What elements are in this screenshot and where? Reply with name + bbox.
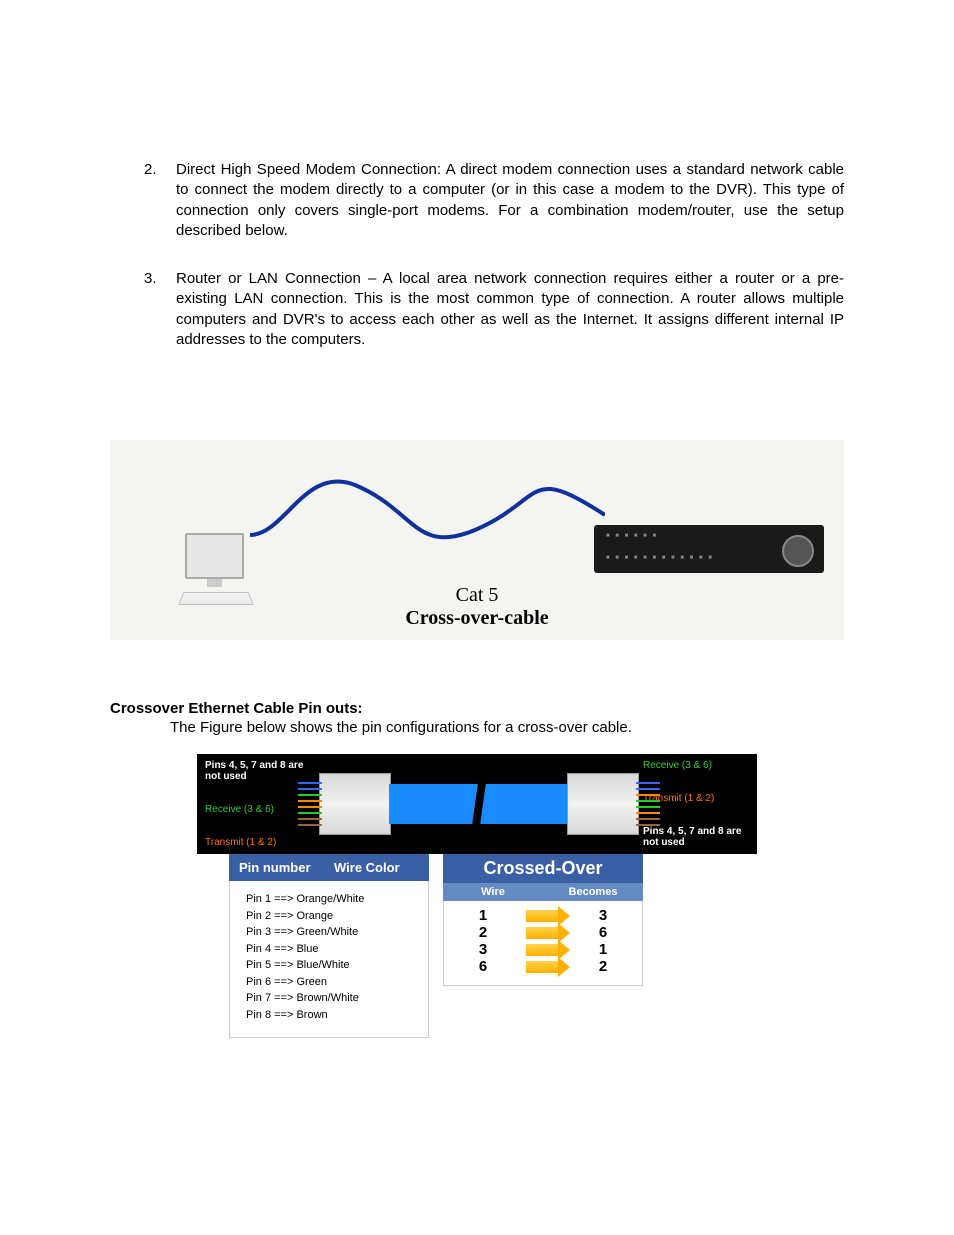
caption-line1: Cat 5 — [110, 584, 844, 607]
section-heading: Crossover Ethernet Cable Pin outs: — [110, 700, 844, 717]
label-unused: Pins 4, 5, 7 and 8 are not used — [643, 826, 753, 848]
cross-row: 2 6 — [444, 924, 642, 941]
pin-row: Pin 6 ==> Green — [246, 974, 412, 991]
cross-row: 1 3 — [444, 907, 642, 924]
sub-wire: Wire — [443, 886, 543, 898]
list-item-2: 2. Direct High Speed Modem Connection: A… — [110, 160, 844, 241]
arrow-icon — [526, 944, 560, 956]
cross-to: 6 — [564, 924, 642, 941]
caption-line2: Cross-over-cable — [110, 607, 844, 630]
pin-row: Pin 8 ==> Brown — [246, 1007, 412, 1024]
cable-mid — [389, 784, 569, 824]
list-number: 3. — [110, 269, 168, 350]
pin-row: Pin 5 ==> Blue/White — [246, 957, 412, 974]
sub-becomes: Becomes — [543, 886, 643, 898]
header-pin: Pin number — [239, 860, 334, 875]
pin-row: Pin 1 ==> Orange/White — [246, 891, 412, 908]
cable-line-icon — [245, 455, 605, 565]
cross-from: 6 — [444, 958, 522, 975]
rj45-left-icon — [319, 773, 391, 835]
list-text: Router or LAN Connection – A local area … — [168, 269, 844, 350]
diagram-caption: Cat 5 Cross-over-cable — [110, 584, 844, 630]
cross-to: 2 — [564, 958, 642, 975]
arrow-icon — [526, 961, 560, 973]
list-number: 2. — [110, 160, 168, 241]
panel-header: Pin number Wire Color — [229, 854, 429, 881]
panel-body: Pin 1 ==> Orange/White Pin 2 ==> Orange … — [229, 881, 429, 1038]
cross-from: 3 — [444, 941, 522, 958]
cross-to: 3 — [564, 907, 642, 924]
header-color: Wire Color — [334, 860, 400, 875]
label-transmit: Transmit (1 & 2) — [205, 837, 315, 848]
pin-color-panel: Pin number Wire Color Pin 1 ==> Orange/W… — [229, 854, 429, 1038]
pin-row: Pin 4 ==> Blue — [246, 941, 412, 958]
arrow-icon — [526, 927, 560, 939]
list-item-3: 3. Router or LAN Connection – A local ar… — [110, 269, 844, 350]
cross-row: 3 1 — [444, 941, 642, 958]
cross-from: 2 — [444, 924, 522, 941]
section-text: The Figure below shows the pin configura… — [170, 719, 844, 736]
dvr-device-icon: ■ ■ ■ ■ ■ ■ ■ ■ ■ ■ ■ ■ ■ ■ ■ ■ ■ ■ — [594, 525, 824, 573]
pinout-tables: Pin number Wire Color Pin 1 ==> Orange/W… — [197, 854, 757, 1038]
panel2-title: Crossed-Over — [443, 854, 643, 883]
label-unused: Pins 4, 5, 7 and 8 are not used — [205, 760, 315, 782]
list-text: Direct High Speed Modem Connection: A di… — [168, 160, 844, 241]
diagram-crossover-connection: ■ ■ ■ ■ ■ ■ ■ ■ ■ ■ ■ ■ ■ ■ ■ ■ ■ ■ Cat … — [110, 440, 844, 640]
cross-row: 6 2 — [444, 958, 642, 975]
pin-row: Pin 3 ==> Green/White — [246, 924, 412, 941]
connector-area — [319, 754, 639, 854]
arrow-icon — [526, 910, 560, 922]
diagram-pinout: Pins 4, 5, 7 and 8 are not used Receive … — [197, 754, 757, 1038]
panel2-subheader: Wire Becomes — [443, 883, 643, 901]
crossed-over-panel: Crossed-Over Wire Becomes 1 3 2 6 — [443, 854, 643, 1038]
cross-to: 1 — [564, 941, 642, 958]
pinout-top: Pins 4, 5, 7 and 8 are not used Receive … — [197, 754, 757, 854]
label-receive: Receive (3 & 6) — [643, 760, 753, 771]
rj45-right-icon — [567, 773, 639, 835]
pin-row: Pin 2 ==> Orange — [246, 908, 412, 925]
pin-row: Pin 7 ==> Brown/White — [246, 990, 412, 1007]
cross-from: 1 — [444, 907, 522, 924]
panel2-body: 1 3 2 6 3 1 6 — [443, 901, 643, 986]
